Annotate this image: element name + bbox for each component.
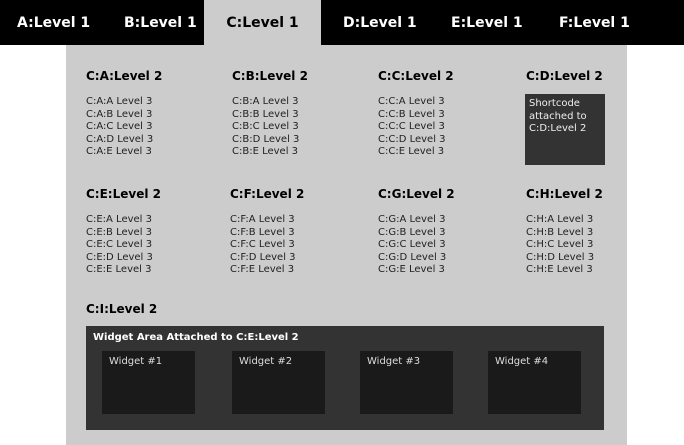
submenu-heading[interactable]: C:G:Level 2 <box>378 187 508 201</box>
submenu-item[interactable]: C:A:B Level 3 <box>86 109 216 122</box>
submenu-item[interactable]: C:A:C Level 3 <box>86 121 216 134</box>
submenu-item[interactable]: C:C:E Level 3 <box>378 146 508 159</box>
submenu-heading[interactable]: C:A:Level 2 <box>86 69 216 83</box>
widget-2[interactable]: Widget #2 <box>232 351 325 414</box>
submenu-heading[interactable]: C:C:Level 2 <box>378 69 508 83</box>
submenu-item[interactable]: C:G:C Level 3 <box>378 239 508 252</box>
top-navigation: A:Level 1 B:Level 1 C:Level 1 D:Level 1 … <box>0 0 684 45</box>
submenu-item[interactable]: C:C:B Level 3 <box>378 109 508 122</box>
submenu-item[interactable]: C:E:B Level 3 <box>86 227 216 240</box>
submenu-item[interactable]: C:A:D Level 3 <box>86 134 216 147</box>
submenu-item[interactable]: C:A:E Level 3 <box>86 146 216 159</box>
submenu-heading[interactable]: C:I:Level 2 <box>86 302 216 316</box>
widget-label: Widget #4 <box>495 356 549 367</box>
submenu-item[interactable]: C:E:D Level 3 <box>86 252 216 265</box>
submenu-item[interactable]: C:G:A Level 3 <box>378 214 508 227</box>
nav-tab-f[interactable]: F:Level 1 <box>559 0 630 45</box>
nav-tab-e[interactable]: E:Level 1 <box>451 0 523 45</box>
submenu-column-cf: C:F:Level 2 C:F:A Level 3 C:F:B Level 3 … <box>230 187 360 277</box>
submenu-item[interactable]: C:B:C Level 3 <box>232 121 362 134</box>
widget-area: Widget Area Attached to C:E:Level 2 Widg… <box>86 326 604 430</box>
submenu-column-cb: C:B:Level 2 C:B:A Level 3 C:B:B Level 3 … <box>232 69 362 159</box>
widget-1[interactable]: Widget #1 <box>102 351 195 414</box>
submenu-item[interactable]: C:E:E Level 3 <box>86 264 216 277</box>
submenu-item[interactable]: C:B:E Level 3 <box>232 146 362 159</box>
submenu-item[interactable]: C:F:C Level 3 <box>230 239 360 252</box>
submenu-column-cg: C:G:Level 2 C:G:A Level 3 C:G:B Level 3 … <box>378 187 508 277</box>
shortcode-box: Shortcode attached to C:D:Level 2 <box>525 94 605 165</box>
widget-label: Widget #2 <box>239 356 293 367</box>
widget-label: Widget #3 <box>367 356 421 367</box>
submenu-item[interactable]: C:F:D Level 3 <box>230 252 360 265</box>
submenu-item[interactable]: C:F:B Level 3 <box>230 227 360 240</box>
submenu-item[interactable]: C:H:B Level 3 <box>526 227 656 240</box>
submenu-item[interactable]: C:B:A Level 3 <box>232 96 362 109</box>
submenu-item[interactable]: C:E:A Level 3 <box>86 214 216 227</box>
nav-tab-c-active[interactable]: C:Level 1 <box>204 0 321 45</box>
submenu-heading[interactable]: C:D:Level 2 <box>526 69 656 83</box>
submenu-heading[interactable]: C:E:Level 2 <box>86 187 216 201</box>
submenu-item[interactable]: C:B:B Level 3 <box>232 109 362 122</box>
submenu-item[interactable]: C:E:C Level 3 <box>86 239 216 252</box>
shortcode-text-line: attached to <box>529 110 587 122</box>
submenu-item[interactable]: C:H:E Level 3 <box>526 264 656 277</box>
submenu-item[interactable]: C:G:B Level 3 <box>378 227 508 240</box>
widget-area-title: Widget Area Attached to C:E:Level 2 <box>93 332 299 343</box>
submenu-item[interactable]: C:F:A Level 3 <box>230 214 360 227</box>
submenu-item[interactable]: C:A:A Level 3 <box>86 96 216 109</box>
submenu-item[interactable]: C:H:D Level 3 <box>526 252 656 265</box>
widget-4[interactable]: Widget #4 <box>488 351 581 414</box>
widget-3[interactable]: Widget #3 <box>360 351 453 414</box>
shortcode-text-line: C:D:Level 2 <box>529 123 587 134</box>
nav-tab-b[interactable]: B:Level 1 <box>124 0 197 45</box>
submenu-item[interactable]: C:C:A Level 3 <box>378 96 508 109</box>
nav-tab-a[interactable]: A:Level 1 <box>17 0 90 45</box>
submenu-item[interactable]: C:G:D Level 3 <box>378 252 508 265</box>
submenu-item[interactable]: C:B:D Level 3 <box>232 134 362 147</box>
submenu-column-ce: C:E:Level 2 C:E:A Level 3 C:E:B Level 3 … <box>86 187 216 277</box>
submenu-column-ch: C:H:Level 2 C:H:A Level 3 C:H:B Level 3 … <box>526 187 656 277</box>
widget-label: Widget #1 <box>109 356 163 367</box>
submenu-item[interactable]: C:G:E Level 3 <box>378 264 508 277</box>
shortcode-text-line: Shortcode <box>529 98 580 109</box>
submenu-item[interactable]: C:H:A Level 3 <box>526 214 656 227</box>
submenu-column-ca: C:A:Level 2 C:A:A Level 3 C:A:B Level 3 … <box>86 69 216 159</box>
submenu-column-cc: C:C:Level 2 C:C:A Level 3 C:C:B Level 3 … <box>378 69 508 159</box>
submenu-item[interactable]: C:H:C Level 3 <box>526 239 656 252</box>
submenu-column-cd: C:D:Level 2 <box>526 69 656 83</box>
nav-tab-d[interactable]: D:Level 1 <box>343 0 417 45</box>
submenu-heading[interactable]: C:B:Level 2 <box>232 69 362 83</box>
submenu-item[interactable]: C:F:E Level 3 <box>230 264 360 277</box>
submenu-heading[interactable]: C:F:Level 2 <box>230 187 360 201</box>
submenu-item[interactable]: C:C:C Level 3 <box>378 121 508 134</box>
submenu-heading[interactable]: C:H:Level 2 <box>526 187 656 201</box>
submenu-column-ci: C:I:Level 2 <box>86 302 216 316</box>
submenu-item[interactable]: C:C:D Level 3 <box>378 134 508 147</box>
